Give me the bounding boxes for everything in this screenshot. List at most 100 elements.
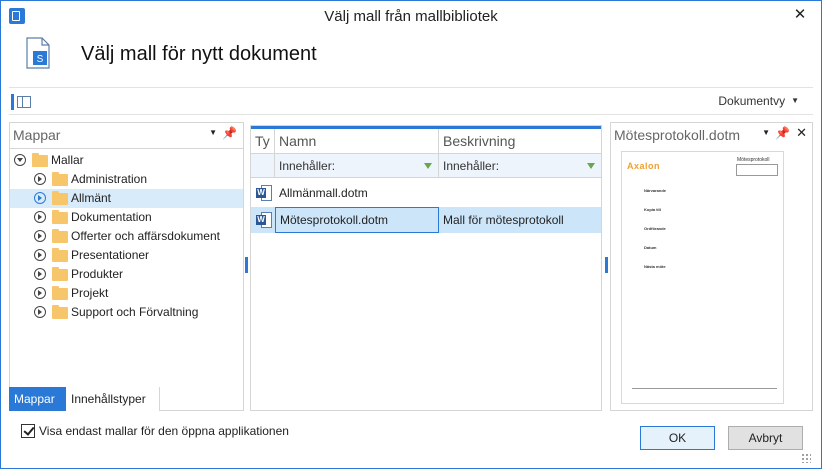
folders-pane-title: Mappar xyxy=(13,127,61,143)
tree-item-label: Projekt xyxy=(71,286,109,300)
resize-grip[interactable] xyxy=(801,453,811,463)
dialog-header: S Välj mall för nytt dokument xyxy=(9,31,813,79)
tree-item[interactable]: Administration xyxy=(10,170,243,189)
right-splitter[interactable] xyxy=(605,257,608,273)
template-description: Mall för mötesprotokoll xyxy=(443,213,564,227)
pin-icon[interactable]: 📌 xyxy=(775,126,790,140)
expand-icon[interactable] xyxy=(34,249,46,261)
column-header-description[interactable]: Beskrivning xyxy=(439,129,601,154)
tree-item-label: Offerter och affärsdokument xyxy=(71,229,220,243)
expand-icon[interactable] xyxy=(34,211,46,223)
dialog-heading: Välj mall för nytt dokument xyxy=(81,43,317,65)
template-row[interactable]: W Mötesprotokoll.dotm Mall för mötesprotok… xyxy=(251,207,601,233)
preview-field: Kopia till xyxy=(644,207,661,212)
type-cell: W xyxy=(251,180,275,206)
tree-item-label: Produkter xyxy=(71,267,124,281)
folders-pane: Mappar ▼ 📌 Mallar Administration Allmänt D… xyxy=(9,122,244,411)
tree-item-label: Administration xyxy=(71,172,148,186)
preview-field: Datum xyxy=(644,245,657,250)
preview-title: Mötesprotokoll.dotm xyxy=(614,127,741,143)
filter-description[interactable]: Innehåller: xyxy=(439,154,601,178)
view-select[interactable]: Dokumentvy ▼ xyxy=(718,94,799,108)
word-template-icon: W xyxy=(256,185,272,201)
folder-icon xyxy=(52,229,68,243)
preview-pane: Mötesprotokoll.dotm ▼ 📌 ✕ Axalon Mötespr… xyxy=(610,122,813,411)
preview-field: Nästa möte xyxy=(644,264,666,269)
tree-item[interactable]: Produkter xyxy=(10,265,243,284)
tree-item[interactable]: Offerter och affärsdokument xyxy=(10,227,243,246)
pane-menu-icon[interactable]: ▼ xyxy=(762,128,770,137)
expand-icon[interactable] xyxy=(34,287,46,299)
folder-icon xyxy=(52,305,68,319)
toolbar: Dokumentvy ▼ xyxy=(9,87,813,115)
tree-item-label: Allmänt xyxy=(71,191,112,205)
ok-button[interactable]: OK xyxy=(640,426,715,450)
folder-icon xyxy=(52,267,68,281)
close-icon[interactable]: ✕ xyxy=(796,125,807,141)
preview-field: Ordförande xyxy=(644,226,666,231)
filter-name-label: Innehåller: xyxy=(279,159,336,173)
column-header-type[interactable]: Ty xyxy=(251,129,275,154)
grid-header: Ty Namn Beskrivning xyxy=(251,126,601,154)
pin-icon[interactable]: 📌 xyxy=(222,126,237,140)
expand-icon[interactable] xyxy=(34,173,46,185)
tab-folders[interactable]: Mappar xyxy=(9,387,66,411)
left-splitter[interactable] xyxy=(245,257,248,273)
tree-item-label: Dokumentation xyxy=(71,210,152,224)
filter-cell-type xyxy=(251,154,275,178)
preview-footer xyxy=(632,388,777,390)
preview-doc-title: Mötesprotokoll xyxy=(737,157,770,163)
filter-icon[interactable] xyxy=(424,163,432,169)
word-template-icon: W xyxy=(256,212,272,228)
expand-icon[interactable] xyxy=(34,230,46,242)
layout-icon[interactable] xyxy=(11,94,33,110)
pane-menu-icon[interactable]: ▼ xyxy=(209,128,217,137)
preview-logo: Axalon xyxy=(627,161,661,171)
tree-item[interactable]: Dokumentation xyxy=(10,208,243,227)
tree-item-label: Presentationer xyxy=(71,248,150,262)
app-filter-option[interactable]: Visa endast mallar för den öppna applika… xyxy=(21,424,289,438)
tree-item[interactable]: Projekt xyxy=(10,284,243,303)
folder-tree: Mallar Administration Allmänt Dokumentatio… xyxy=(10,151,243,322)
filter-row: Innehåller: Innehåller: xyxy=(251,154,601,178)
filter-icon[interactable] xyxy=(587,163,595,169)
expand-icon[interactable] xyxy=(34,268,46,280)
template-name: Mötesprotokoll.dotm xyxy=(275,207,439,233)
folder-icon xyxy=(52,191,68,205)
filter-description-label: Innehåller: xyxy=(443,159,500,173)
filter-name[interactable]: Innehåller: xyxy=(275,154,439,178)
svg-text:S: S xyxy=(37,54,44,65)
close-button[interactable]: ✕ xyxy=(787,3,813,27)
collapse-icon[interactable] xyxy=(14,154,26,166)
window-title: Välj mall från mallbibliotek xyxy=(324,8,498,25)
tree-item-label: Support och Förvaltning xyxy=(71,305,199,319)
folder-icon xyxy=(32,153,48,167)
tree-item[interactable]: Presentationer xyxy=(10,246,243,265)
tree-item[interactable]: Support och Förvaltning xyxy=(10,303,243,322)
app-filter-label: Visa endast mallar för den öppna applika… xyxy=(39,424,289,438)
type-cell: W xyxy=(251,207,275,233)
column-header-name[interactable]: Namn xyxy=(275,129,439,154)
app-filter-checkbox[interactable] xyxy=(21,424,35,438)
sharepoint-document-icon: S xyxy=(26,37,50,69)
expand-icon[interactable] xyxy=(34,306,46,318)
folder-icon xyxy=(52,286,68,300)
templates-grid: Ty Namn Beskrivning Innehåller: Innehåll… xyxy=(250,125,602,411)
tab-content-types[interactable]: Innehållstyper xyxy=(66,387,160,411)
folders-pane-tabs: Mappar Innehållstyper xyxy=(9,387,244,411)
folder-icon xyxy=(52,210,68,224)
cancel-button[interactable]: Avbryt xyxy=(728,426,803,450)
tree-root[interactable]: Mallar xyxy=(10,151,243,170)
folders-pane-header: Mappar ▼ 📌 xyxy=(10,123,243,149)
dialog-footer: Visa endast mallar för den öppna applika… xyxy=(9,415,813,465)
expand-icon[interactable] xyxy=(34,192,46,204)
preview-header-box xyxy=(736,164,778,176)
preview-field: Närvarande xyxy=(644,188,667,193)
tree-root-label: Mallar xyxy=(51,153,84,167)
template-row[interactable]: W Allmänmall.dotm xyxy=(251,180,601,206)
view-select-label: Dokumentvy xyxy=(718,94,786,108)
folder-icon xyxy=(52,248,68,262)
folder-icon xyxy=(52,172,68,186)
tree-item[interactable]: Allmänt xyxy=(10,189,243,208)
document-preview: Axalon Mötesprotokoll Närvarande Kopia ti… xyxy=(621,151,784,404)
